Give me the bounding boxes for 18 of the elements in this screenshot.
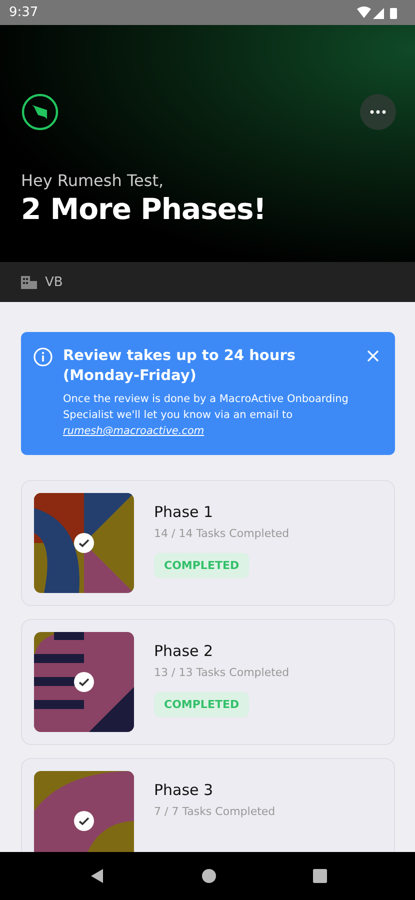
greeting-text: Hey Rumesh Test,: [21, 171, 165, 190]
alert-title: Review takes up to 24 hours (Monday-Friday): [63, 347, 296, 386]
headline: 2 More Phases!: [21, 192, 268, 226]
info-icon: [33, 347, 53, 367]
home-icon[interactable]: [200, 868, 216, 884]
phase-title: Phase 1: [154, 503, 214, 521]
close-icon: [367, 350, 379, 362]
status-badge: COMPLETED: [154, 692, 250, 717]
more-icon: [370, 110, 386, 114]
more-options-button[interactable]: [360, 94, 396, 130]
alert-message: Once the review is done by a MacroActive Onboarding Specialist we'll let you know via an email to rumesh@macroactive.com: [63, 392, 350, 439]
phase-title: Phase 3: [154, 781, 214, 799]
workspace-label: VB: [45, 274, 63, 290]
recents-icon[interactable]: [312, 868, 328, 884]
clock-time: 9:37: [9, 5, 38, 20]
status-badge: COMPLETED: [154, 553, 250, 578]
phase-title: Phase 2: [154, 642, 214, 660]
building-icon: [21, 275, 37, 289]
